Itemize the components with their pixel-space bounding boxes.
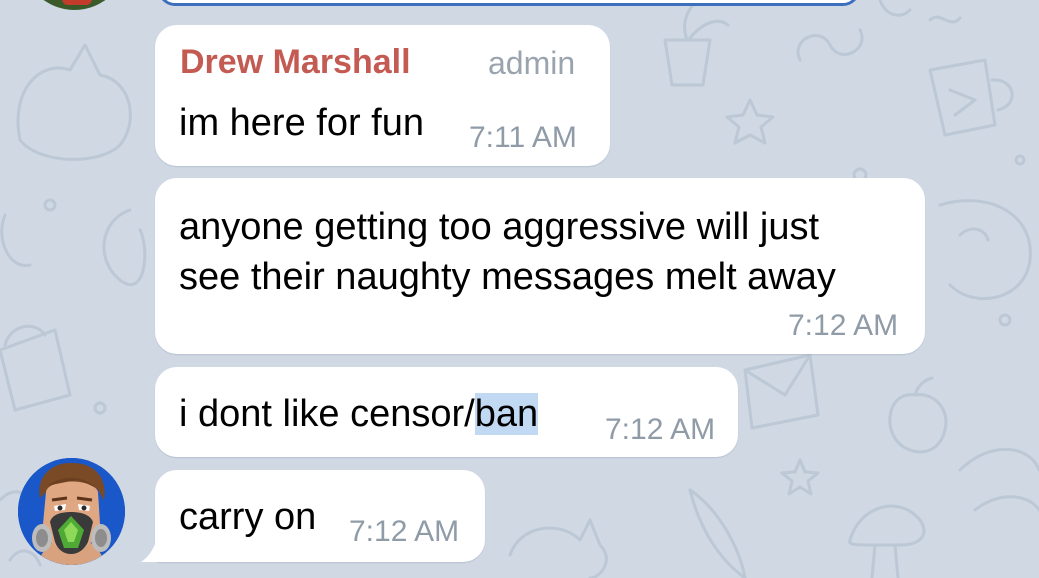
message-bubble[interactable]: carry on 7:12 AM [155, 470, 485, 562]
message-text: carry on [179, 496, 317, 538]
avatar-detail [62, 0, 92, 5]
sender-name[interactable]: Drew Marshall [180, 43, 411, 82]
message-timestamp: 7:12 AM [349, 515, 460, 548]
message-text[interactable]: i dont like censor/ban [179, 389, 539, 440]
message-text-line-1: anyone getting too aggressive will just [179, 206, 820, 248]
avatar-illustration [18, 458, 125, 565]
message-bubble[interactable]: Drew Marshall admin im here for fun 7:11… [155, 25, 610, 166]
message-timestamp: 7:11 AM [469, 121, 577, 154]
message-bubble[interactable]: i dont like censor/ban 7:12 AM [155, 367, 738, 457]
message-text: im here for fun [179, 102, 424, 144]
previous-message-bubble[interactable] [158, 0, 860, 6]
message-timestamp: 7:12 AM [605, 413, 716, 446]
message-text-plain: i dont like censor/ [179, 393, 475, 435]
bubble-tail [141, 532, 178, 562]
selected-text[interactable]: ban [474, 393, 539, 435]
gas-mask-avatar-icon[interactable] [18, 458, 125, 565]
message-timestamp: 7:12 AM [788, 309, 899, 342]
message-text-line-2: see their naughty messages melt away [179, 256, 836, 298]
admin-badge: admin [488, 45, 576, 81]
message-bubble[interactable]: anyone getting too aggressive will just … [155, 178, 925, 354]
